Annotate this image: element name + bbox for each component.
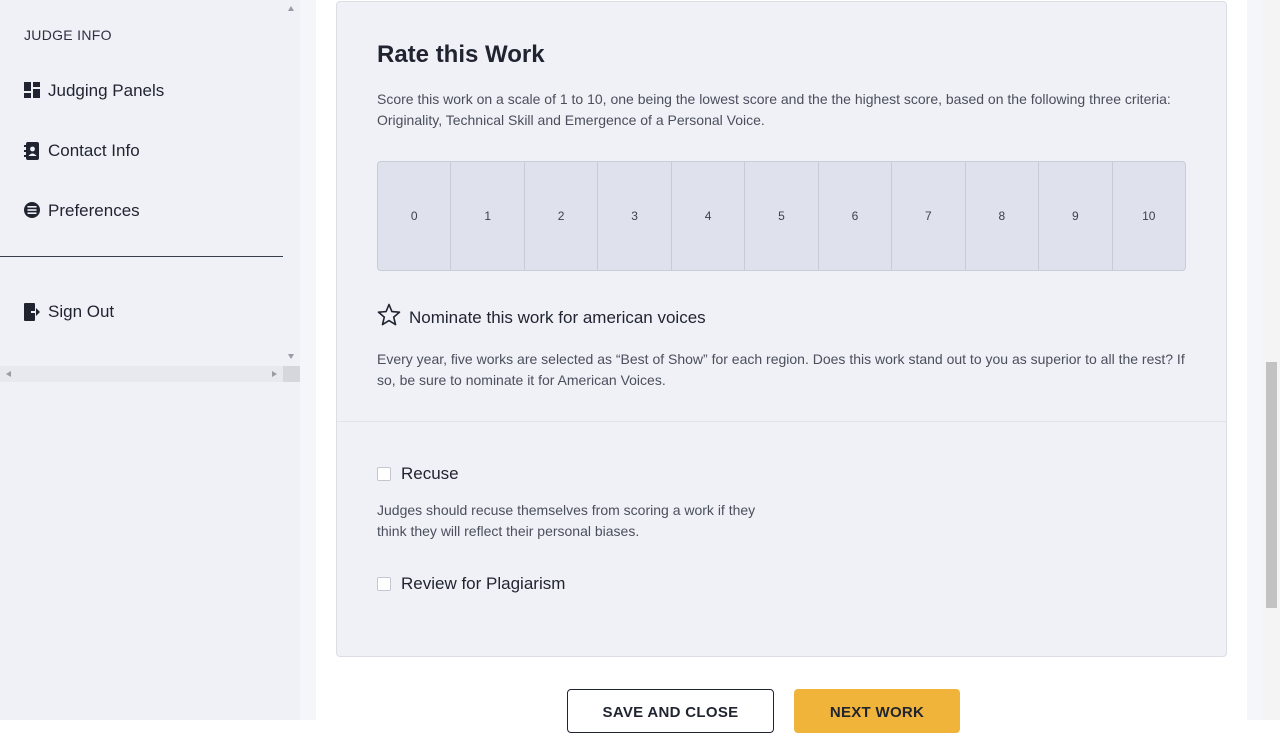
score-option-7[interactable]: 7 [892,162,966,270]
section-label-judge-info: JUDGE INFO [24,27,112,43]
sidebar-item-sign-out[interactable]: Sign Out [24,300,114,324]
score-option-6[interactable]: 6 [819,162,893,270]
preferences-icon [24,202,40,220]
score-selector: 0 1 2 3 4 5 6 7 8 9 10 [377,161,1186,271]
score-option-0[interactable]: 0 [378,162,452,270]
sidebar-item-label: Contact Info [48,141,140,160]
nominate-label: Nominate this work for american voices [409,307,706,327]
rate-title: Rate this Work [377,41,545,68]
nominate-toggle[interactable]: Nominate this work for american voices [377,303,706,332]
sidebar-item-label: Judging Panels [48,81,165,100]
sidebar-horizontal-scrollbar[interactable] [0,366,283,382]
recuse-option[interactable]: Recuse [377,464,459,484]
score-option-8[interactable]: 8 [966,162,1040,270]
card-divider [337,421,1226,422]
plagiarism-label: Review for Plagiarism [401,574,566,593]
plagiarism-checkbox[interactable] [377,577,391,591]
page-vertical-scrollbar[interactable] [1263,0,1280,720]
scroll-up-arrow-icon[interactable] [288,6,294,11]
recuse-description: Judges should recuse themselves from sco… [377,502,756,539]
score-option-5[interactable]: 5 [745,162,819,270]
scroll-left-arrow-icon[interactable] [6,371,11,377]
sign-out-icon [24,303,40,321]
score-option-4[interactable]: 4 [672,162,746,270]
star-outline-icon[interactable] [377,303,401,332]
save-and-close-button[interactable]: SAVE AND CLOSE [567,689,774,733]
score-option-1[interactable]: 1 [451,162,525,270]
scroll-down-arrow-icon[interactable] [288,354,294,359]
scroll-right-arrow-icon[interactable] [272,371,277,377]
next-work-button[interactable]: NEXT WORK [794,689,960,733]
sidebar-item-label: Preferences [48,201,140,220]
sidebar-item-label: Sign Out [48,302,115,321]
score-option-2[interactable]: 2 [525,162,599,270]
rate-description: Score this work on a scale of 1 to 10, o… [377,91,1171,128]
dashboard-icon [24,82,40,100]
sidebar-item-judging-panels[interactable]: Judging Panels [24,79,164,103]
scrollbar-corner [283,366,300,382]
sidebar-item-preferences[interactable]: Preferences [24,199,140,223]
nominate-description: Every year, five works are selected as “… [377,351,1185,388]
sidebar-item-contact-info[interactable]: Contact Info [24,139,140,163]
score-option-3[interactable]: 3 [598,162,672,270]
rating-card: Rate this Work Score this work on a scal… [336,1,1227,657]
recuse-label: Recuse [401,464,459,483]
plagiarism-option[interactable]: Review for Plagiarism [377,574,565,594]
recuse-checkbox[interactable] [377,467,391,481]
page-scrollbar-thumb[interactable] [1266,362,1277,608]
sidebar: JUDGE INFO Judging Panels Contact Info P… [0,0,300,720]
score-option-10[interactable]: 10 [1113,162,1185,270]
score-option-9[interactable]: 9 [1039,162,1113,270]
sidebar-vertical-scrollbar[interactable] [283,0,300,366]
sidebar-scroll-area: JUDGE INFO Judging Panels Contact Info P… [0,0,283,366]
sidebar-divider [0,256,283,257]
contact-book-icon [24,142,40,160]
